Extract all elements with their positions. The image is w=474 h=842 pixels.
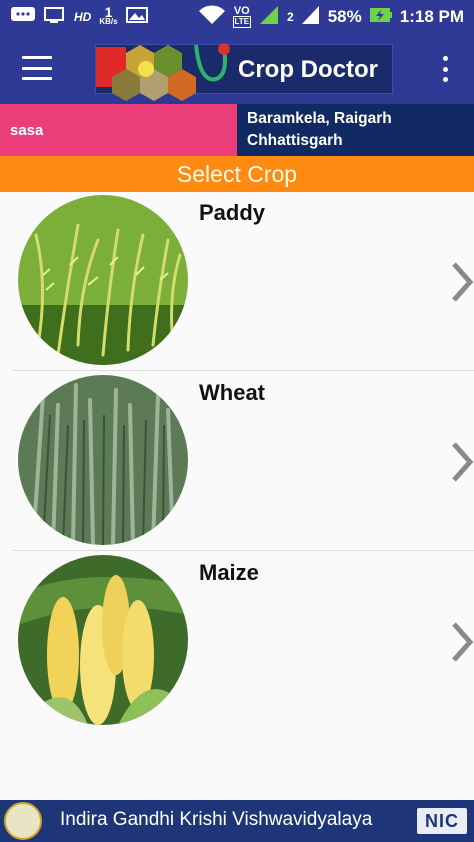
crop-name-paddy: Paddy <box>199 200 266 225</box>
wheat-photo <box>18 375 188 545</box>
wifi-icon <box>198 4 226 30</box>
crop-list: Paddy Wheat Maize <box>0 192 474 800</box>
network-type-label: HD <box>74 10 92 24</box>
battery-icon <box>369 6 393 29</box>
user-location: Baramkela, Raigarh Chhattisgarh <box>237 104 474 156</box>
signal-icon <box>258 5 280 30</box>
university-name: Indira Gandhi Krishi Vishwavidyalaya <box>60 809 373 830</box>
crop-item-paddy[interactable]: Paddy <box>0 192 474 372</box>
data-speed-unit: KB/s <box>99 17 118 26</box>
divider <box>12 550 474 551</box>
crop-doctor-logo-art <box>96 43 230 101</box>
crop-name-wheat: Wheat <box>199 380 265 405</box>
chevron-right-icon[interactable] <box>448 440 474 484</box>
paddy-photo <box>18 195 188 365</box>
sim-slot-label: 2 <box>287 10 294 24</box>
crop-item-wheat[interactable]: Wheat <box>0 372 474 552</box>
data-speed: 1 KB/s <box>99 4 118 27</box>
status-right-icons: VO LTE 2 58% 1:18 PM <box>198 4 464 30</box>
hamburger-menu-icon[interactable] <box>22 56 52 80</box>
university-emblem-icon <box>4 802 42 840</box>
section-title: Select Crop <box>0 156 474 192</box>
lte-label: LTE <box>232 16 252 28</box>
chevron-right-icon[interactable] <box>448 620 474 664</box>
nic-logo: NIC <box>417 808 467 834</box>
maize-photo <box>18 555 188 725</box>
screen-icon <box>44 6 66 29</box>
crop-item-maize[interactable]: Maize <box>0 552 474 732</box>
data-speed-value: 1 <box>104 4 113 20</box>
app-bar: Crop Doctor <box>0 34 474 104</box>
clock: 1:18 PM <box>399 7 464 26</box>
volte-indicator: VO LTE <box>232 5 252 28</box>
crop-name-maize: Maize <box>199 560 259 585</box>
volte-label: VO <box>233 5 250 17</box>
user-info-strip: sasa Baramkela, Raigarh Chhattisgarh <box>0 104 474 156</box>
signal-2-icon <box>301 5 321 30</box>
app-logo: Crop Doctor <box>95 43 393 101</box>
user-name: sasa <box>0 104 237 156</box>
more-vert-icon[interactable] <box>438 56 452 82</box>
status-left-icons: HD 1 KB/s <box>10 4 148 29</box>
chat-icon <box>10 6 36 29</box>
status-bar: HD 1 KB/s VO LTE 2 58% 1:18 PM <box>0 0 474 34</box>
chevron-right-icon[interactable] <box>448 260 474 304</box>
battery-percent: 58% <box>327 7 362 26</box>
image-icon <box>125 6 148 29</box>
location-line1: Baramkela, Raigarh <box>247 110 392 127</box>
location-line2: Chhattisgarh <box>247 132 343 149</box>
footer: Indira Gandhi Krishi Vishwavidyalaya NIC <box>0 800 474 842</box>
app-title: Crop Doctor <box>238 56 378 83</box>
divider <box>12 370 474 371</box>
